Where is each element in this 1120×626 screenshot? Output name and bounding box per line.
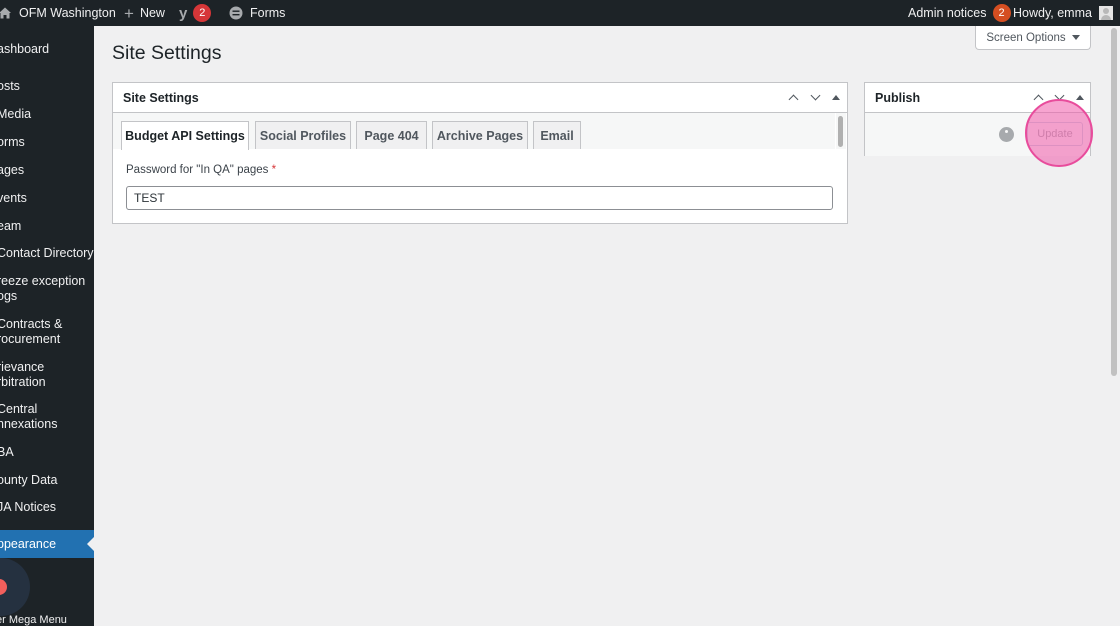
page-title: Site Settings	[112, 42, 222, 64]
tab-social-profiles[interactable]: Social Profiles	[255, 121, 351, 149]
site-name-link[interactable]: OFM Washington	[19, 0, 116, 26]
settings-tab-bar: Budget API Settings Social Profiles Page…	[113, 113, 835, 150]
sidebar-item-team[interactable]: eam	[0, 219, 94, 234]
forms-menu[interactable]: Forms	[229, 0, 285, 26]
site-settings-postbox: Site Settings Budget API Settings Social…	[112, 82, 848, 224]
sidebar-item-cba[interactable]: BA	[0, 445, 94, 460]
move-down-button[interactable]	[807, 89, 823, 105]
sidebar-item-contact-directory[interactable]: Contact Directory	[0, 246, 94, 261]
forms-label: Forms	[250, 6, 286, 20]
yoast-icon: y	[179, 4, 188, 22]
publish-title: Publish	[875, 90, 921, 105]
admin-bar: OFM Washington + New y 2 Forms Admin not…	[0, 0, 1120, 26]
sidebar-item-events[interactable]: vents	[0, 191, 94, 206]
my-account-menu[interactable]: Howdy, emma	[1013, 0, 1113, 26]
admin-notices-label: Admin notices	[908, 6, 987, 20]
tab-scrollbar-thumb[interactable]	[838, 116, 843, 147]
current-menu-arrow-icon	[87, 537, 94, 551]
sidebar-item-uja-notices[interactable]: JA Notices	[0, 500, 94, 515]
new-content-button[interactable]: + New	[124, 0, 165, 26]
chevron-up-icon	[788, 94, 798, 104]
admin-notices-menu[interactable]: Admin notices 2	[908, 0, 1011, 26]
tab-email[interactable]: Email	[533, 121, 581, 149]
chevron-down-icon	[1054, 90, 1064, 100]
screen-options-label: Screen Options	[986, 31, 1066, 44]
sidebar-item-freeze-exception-logs[interactable]: reeze exception ogs	[0, 274, 94, 304]
move-up-button[interactable]	[785, 89, 801, 105]
tab-scrollbar[interactable]	[836, 113, 846, 149]
toggle-panel-button[interactable]	[828, 89, 844, 105]
publish-move-down-button[interactable]	[1051, 89, 1067, 105]
tab-page-404[interactable]: Page 404	[356, 121, 427, 149]
sidebar-item-appearance[interactable]: ppearance	[0, 530, 94, 558]
plus-icon: +	[124, 3, 134, 23]
password-input[interactable]	[126, 186, 833, 210]
publish-move-up-button[interactable]	[1030, 89, 1046, 105]
chevron-down-icon	[810, 90, 820, 100]
sidebar-item-posts[interactable]: osts	[0, 79, 94, 94]
publish-actions: Update	[865, 113, 1090, 156]
publish-toggle-button[interactable]	[1072, 89, 1088, 105]
tab-archive-pages[interactable]: Archive Pages	[432, 121, 528, 149]
sidebar-item-grievance-arbitration[interactable]: rievance rbitration	[0, 360, 94, 390]
screen-options-button[interactable]: Screen Options	[975, 26, 1091, 50]
sidebar-item-forms[interactable]: orms	[0, 135, 94, 150]
sidebar-item-county-data[interactable]: ounty Data	[0, 473, 94, 488]
publish-postbox: Publish Update	[864, 82, 1091, 156]
sidebar-item-mega-menu[interactable]: er Mega Menu	[0, 614, 67, 626]
admin-sidebar: ashboard osts Media orms ages vents eam …	[0, 26, 94, 626]
password-field-label-text: Password for "In QA" pages	[126, 164, 269, 176]
home-icon[interactable]	[0, 0, 12, 26]
postbox-header: Site Settings	[113, 83, 847, 113]
required-marker: *	[271, 164, 277, 176]
sidebar-item-appearance-label: ppearance	[0, 536, 57, 551]
postbox-title: Site Settings	[123, 90, 199, 105]
sidebar-item-media[interactable]: Media	[0, 107, 94, 122]
chevron-up-icon	[1033, 94, 1043, 104]
yoast-notification-badge: 2	[193, 4, 212, 22]
admin-notices-badge: 2	[992, 4, 1011, 22]
forms-icon	[229, 6, 243, 20]
spinner-icon	[999, 127, 1014, 142]
triangle-up-icon	[832, 94, 840, 100]
new-content-label: New	[139, 6, 165, 20]
sidebar-item-central-annexations[interactable]: Central nnexations	[0, 402, 94, 432]
page-scrollbar[interactable]	[1108, 26, 1120, 626]
password-field-label: Password for "In QA" pages *	[126, 164, 276, 176]
yoast-seo-menu[interactable]: y 2	[179, 0, 212, 26]
page-scrollbar-thumb[interactable]	[1111, 28, 1117, 376]
update-button[interactable]: Update	[1027, 122, 1083, 146]
caret-down-icon	[1071, 35, 1080, 40]
sidebar-item-dashboard[interactable]: ashboard	[0, 42, 94, 57]
howdy-label: Howdy, emma	[1013, 6, 1092, 20]
tab-budget-api-settings[interactable]: Budget API Settings	[121, 121, 249, 150]
sidebar-item-pages[interactable]: ages	[0, 163, 94, 178]
avatar	[1098, 6, 1113, 20]
publish-header: Publish	[865, 83, 1090, 113]
sidebar-item-contracts-procurement[interactable]: Contracts & rocurement	[0, 317, 94, 347]
triangle-up-icon	[1076, 94, 1084, 100]
